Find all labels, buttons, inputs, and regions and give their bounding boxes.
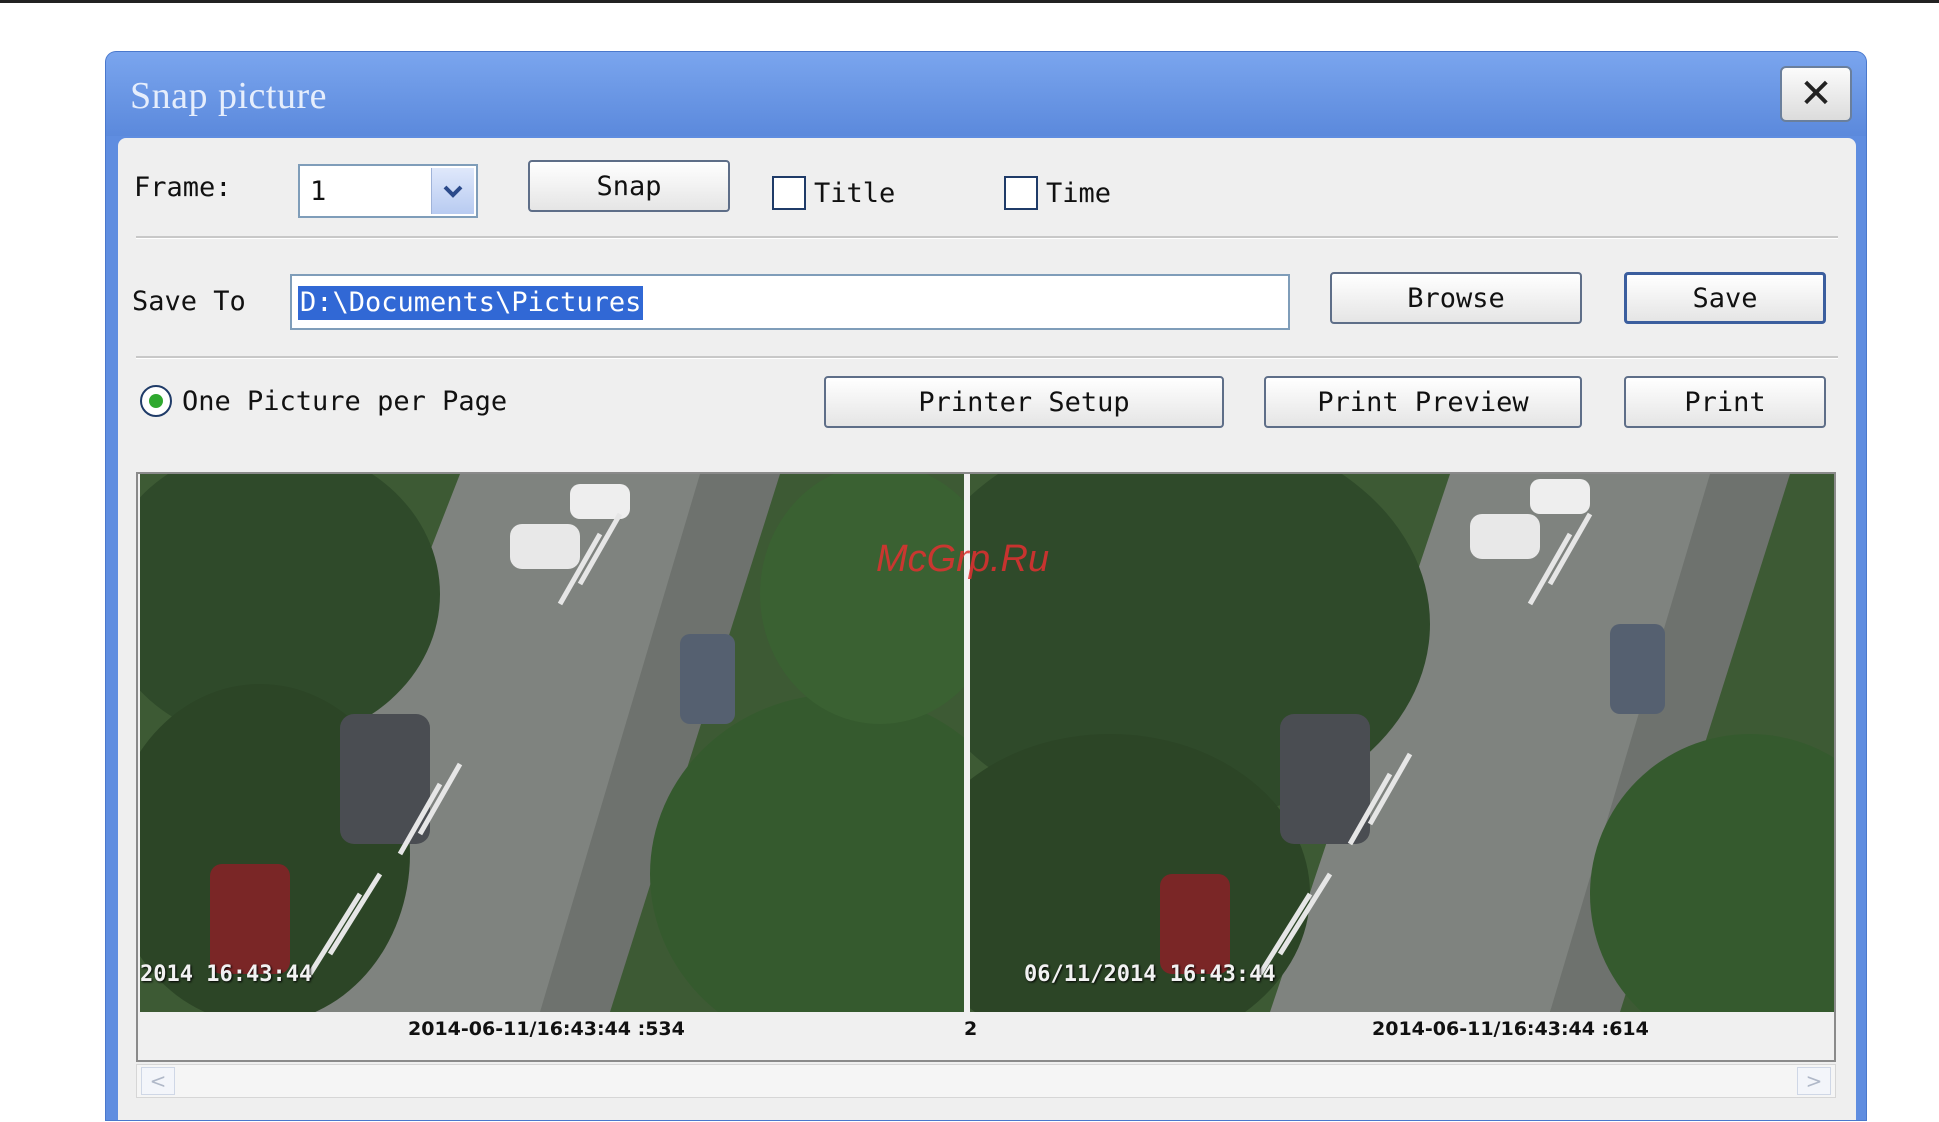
snapshot-timestamp: 2014 16:43:44 [140, 962, 313, 987]
save-button[interactable]: Save [1624, 272, 1826, 324]
snapshot-index: 2 [964, 1018, 978, 1040]
frame-label: Frame: [134, 172, 232, 203]
snap-picture-dialog: Snap picture ✕ Frame: 1 Snap Title Time … [106, 52, 1866, 1120]
horizontal-scrollbar[interactable]: < > [136, 1064, 1836, 1098]
one-picture-per-page-radio[interactable] [140, 385, 172, 417]
snapshot-timestamp: 06/11/2014 16:43:44 [1024, 962, 1276, 987]
time-checkbox[interactable] [1004, 176, 1038, 210]
title-checkbox-label: Title [814, 178, 896, 209]
chevron-down-icon[interactable] [431, 168, 474, 214]
snapshot-image[interactable]: 06/11/2014 16:43:44 [970, 474, 1834, 1012]
watermark: McGrp.Ru [876, 538, 1050, 580]
browse-button[interactable]: Browse [1330, 272, 1582, 324]
save-path-input[interactable]: D:\Documents\Pictures [290, 274, 1290, 330]
close-icon: ✕ [1799, 71, 1833, 117]
frame-select[interactable]: 1 [298, 164, 478, 218]
time-checkbox-label: Time [1046, 178, 1112, 209]
snapshot-caption: 2014-06-11/16:43:44 :534 [408, 1018, 685, 1040]
print-button[interactable]: Print [1624, 376, 1826, 428]
snapshot-image[interactable]: 2014 16:43:44 [140, 474, 964, 1012]
radio-selected-dot [149, 394, 163, 408]
dialog-title: Snap picture [130, 75, 328, 117]
close-button[interactable]: ✕ [1780, 66, 1852, 122]
separator [136, 356, 1838, 359]
save-to-label: Save To [132, 286, 246, 317]
scroll-left-button[interactable]: < [141, 1067, 175, 1095]
top-border-line [0, 0, 1939, 3]
separator [136, 236, 1838, 239]
one-picture-per-page-label: One Picture per Page [182, 386, 508, 417]
title-checkbox[interactable] [772, 176, 806, 210]
save-path-value: D:\Documents\Pictures [298, 286, 644, 320]
title-bar[interactable]: Snap picture ✕ [106, 52, 1866, 136]
snapshot-caption: 2014-06-11/16:43:44 :614 [1372, 1018, 1649, 1040]
snap-button[interactable]: Snap [528, 160, 730, 212]
print-preview-button[interactable]: Print Preview [1264, 376, 1582, 428]
frame-select-value: 1 [310, 176, 327, 207]
scroll-right-button[interactable]: > [1797, 1067, 1831, 1095]
printer-setup-button[interactable]: Printer Setup [824, 376, 1224, 428]
dialog-body: Frame: 1 Snap Title Time Save To D:\Docu… [118, 138, 1856, 1120]
